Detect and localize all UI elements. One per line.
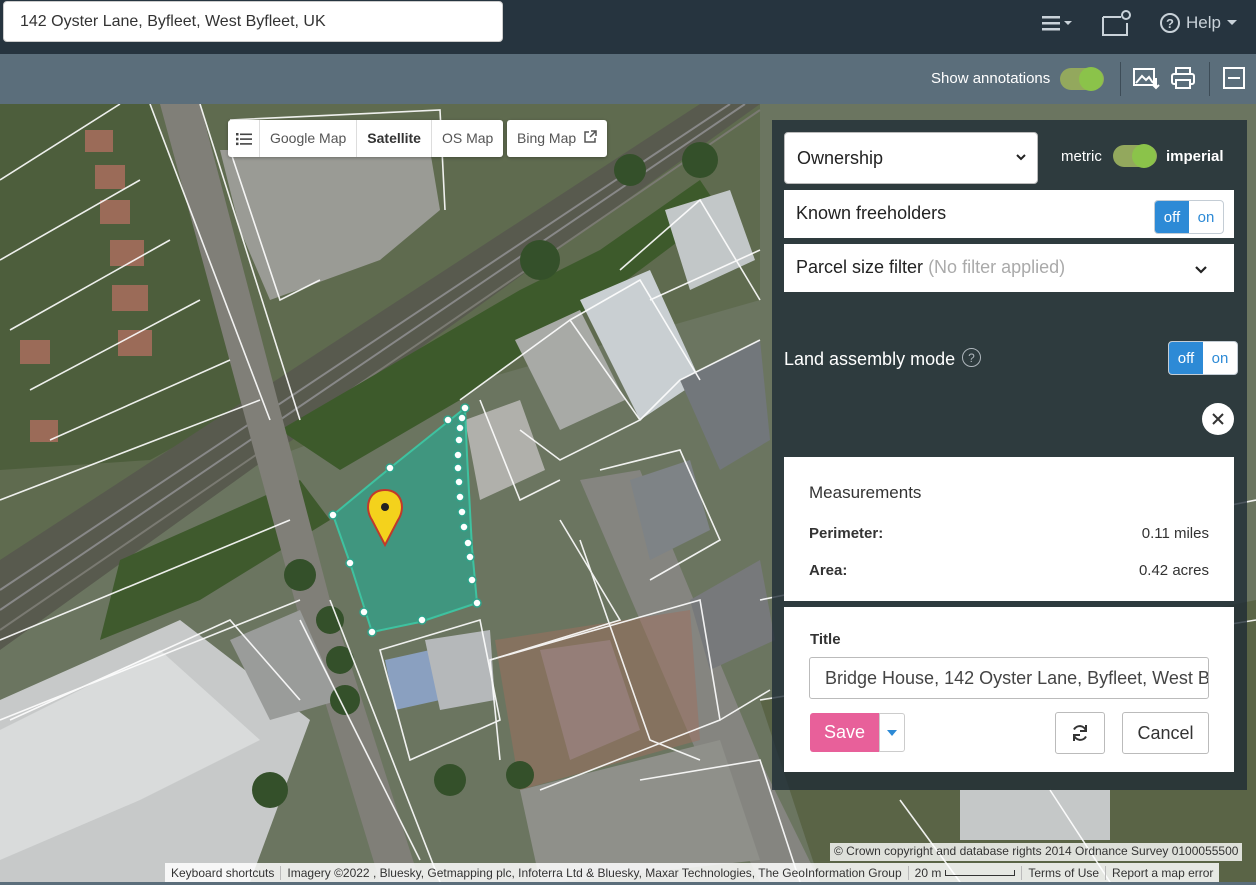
report-error-link[interactable]: Report a map error bbox=[1106, 866, 1219, 880]
bing-map-label: Bing Map bbox=[517, 130, 577, 146]
layer-list-icon[interactable] bbox=[228, 120, 260, 157]
perimeter-value: 0.11 miles bbox=[1141, 525, 1209, 542]
imperial-label: imperial bbox=[1166, 148, 1224, 165]
perimeter-label: Perimeter: bbox=[809, 525, 884, 542]
os-copyright: © Crown copyright and database rights 20… bbox=[830, 843, 1243, 861]
chevron-down-icon bbox=[1016, 154, 1026, 161]
caret-down-icon bbox=[887, 729, 897, 736]
scale-bar bbox=[945, 869, 1016, 876]
help-label: Help bbox=[1186, 13, 1221, 32]
land-assembly-on[interactable]: on bbox=[1203, 342, 1237, 374]
area-value: 0.42 acres bbox=[1138, 562, 1209, 579]
known-freeholders-toggle[interactable]: off on bbox=[1154, 200, 1224, 234]
save-button[interactable]: Save bbox=[810, 713, 879, 752]
layer-select-value: Ownership bbox=[797, 148, 884, 168]
measurements-heading: Measurements bbox=[809, 483, 922, 502]
divider bbox=[1209, 62, 1210, 96]
chevron-down-icon bbox=[1195, 266, 1207, 274]
imagery-attribution: Imagery ©2022 , Bluesky, Getmapping plc,… bbox=[281, 865, 909, 880]
close-icon bbox=[1212, 413, 1224, 425]
units-toggle[interactable] bbox=[1113, 144, 1157, 168]
map-type-satellite[interactable]: Satellite bbox=[357, 120, 432, 157]
title-form: Title Bridge House, 142 Oyster Lane, Byf… bbox=[784, 607, 1234, 772]
collapse-panel-icon[interactable] bbox=[1220, 64, 1248, 92]
chevron-down-icon bbox=[1226, 20, 1237, 25]
menu-icon[interactable] bbox=[1040, 8, 1074, 38]
show-annotations-toggle[interactable] bbox=[1060, 67, 1104, 91]
refresh-icon bbox=[1073, 725, 1087, 741]
bing-map-link[interactable]: Bing Map bbox=[507, 120, 608, 157]
known-freeholders-off[interactable]: off bbox=[1155, 201, 1189, 233]
cancel-button[interactable]: Cancel bbox=[1122, 712, 1209, 754]
map-footer: Keyboard shortcuts Imagery ©2022 , Blues… bbox=[165, 863, 1220, 882]
map-type-google[interactable]: Google Map bbox=[260, 120, 358, 157]
keyboard-shortcuts-link[interactable]: Keyboard shortcuts bbox=[165, 865, 282, 880]
help-icon: ? bbox=[1160, 13, 1180, 33]
land-assembly-off[interactable]: off bbox=[1169, 342, 1203, 374]
save-options-dropdown[interactable] bbox=[879, 713, 905, 752]
notifications-icon[interactable] bbox=[1100, 8, 1134, 38]
layer-select[interactable]: Ownership bbox=[784, 132, 1038, 184]
show-annotations-label: Show annotations bbox=[931, 70, 1051, 87]
map-scale[interactable]: 20 m bbox=[909, 865, 1023, 880]
scale-label: 20 m bbox=[914, 865, 942, 880]
area-label: Area: bbox=[809, 562, 848, 579]
measurements-card: Measurements Perimeter: 0.11 miles Area:… bbox=[784, 457, 1234, 601]
address-search-input[interactable]: 142 Oyster Lane, Byfleet, West Byfleet, … bbox=[3, 1, 503, 42]
terms-link[interactable]: Terms of Use bbox=[1022, 865, 1107, 880]
parcel-size-filter[interactable]: Parcel size filter (No filter applied) bbox=[784, 244, 1234, 292]
external-link-icon bbox=[584, 130, 597, 143]
known-freeholders-label: Known freeholders bbox=[796, 203, 947, 223]
help-menu[interactable]: ? Help bbox=[1160, 8, 1237, 38]
parcel-size-filter-status: (No filter applied) bbox=[928, 257, 1066, 277]
help-icon[interactable]: ? bbox=[962, 348, 981, 367]
area-row: Area: 0.42 acres bbox=[809, 562, 1209, 579]
map-type-selector: Google Map Satellite OS Map bbox=[228, 120, 504, 157]
parcel-size-filter-label: Parcel size filter bbox=[796, 257, 924, 277]
close-button[interactable] bbox=[1202, 403, 1234, 435]
title-label: Title bbox=[810, 631, 841, 648]
metric-label: metric bbox=[1061, 148, 1102, 165]
perimeter-row: Perimeter: 0.11 miles bbox=[809, 525, 1209, 542]
land-assembly-toggle[interactable]: off on bbox=[1168, 341, 1238, 375]
title-input[interactable]: Bridge House, 142 Oyster Lane, Byfleet, … bbox=[809, 657, 1209, 699]
map-type-os[interactable]: OS Map bbox=[432, 120, 503, 157]
export-image-icon[interactable] bbox=[1132, 64, 1160, 92]
print-icon[interactable] bbox=[1169, 64, 1197, 92]
land-assembly-mode-label: Land assembly mode bbox=[784, 349, 956, 369]
refresh-button[interactable] bbox=[1055, 712, 1105, 754]
divider bbox=[1120, 62, 1121, 96]
known-freeholders-on[interactable]: on bbox=[1189, 201, 1223, 233]
